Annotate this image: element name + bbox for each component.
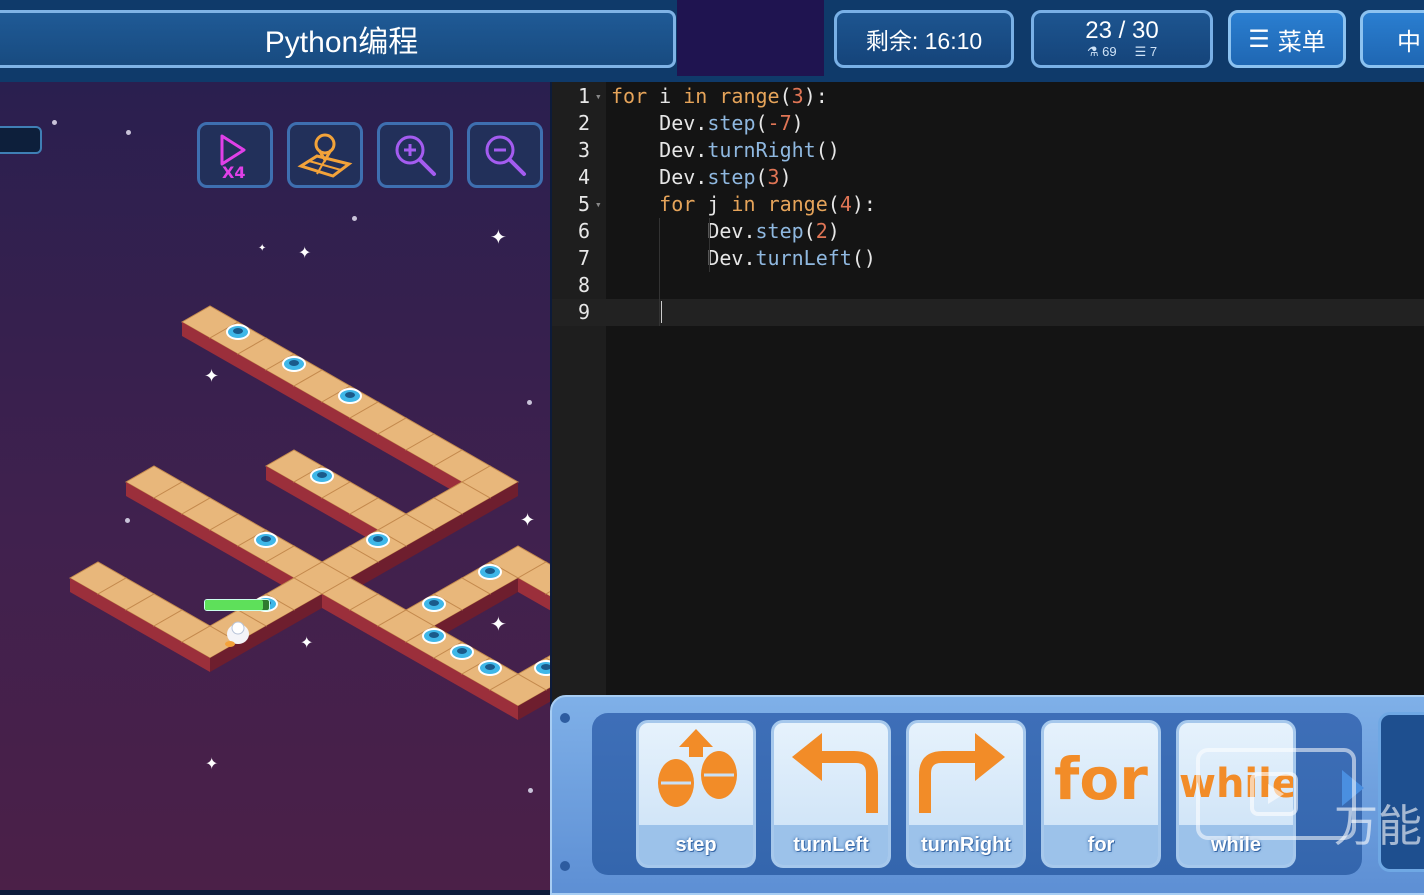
language-label: 中 [1397,28,1421,56]
code-line[interactable]: 2 Dev.step(-7) [552,110,1424,137]
block-turnRight[interactable]: turnRight [906,720,1026,868]
enemy-bot [478,564,502,580]
player-health-bar [204,599,270,611]
player-health-fill [205,600,263,610]
redacted-area [677,0,824,76]
line-number: 6 [577,219,590,243]
flask-icon: ⚗ [1086,44,1099,59]
screw [560,713,570,723]
turn-left-icon [792,733,878,813]
score-text: 23 / 30 [1085,17,1159,44]
code-text[interactable]: Dev.step(-7) [611,110,804,137]
code-text[interactable]: Dev.step(2) [611,218,839,245]
block-turnLeft[interactable]: turnLeft [771,720,891,868]
enemy-bot [422,628,446,644]
enemy-bot [310,468,334,484]
enemy-bot [422,596,446,612]
language-button[interactable]: 中 [1360,10,1424,68]
block-step[interactable]: step [636,720,756,868]
code-line[interactable]: 9 [552,299,1424,326]
enemy-bot [366,532,390,548]
enemy-bot [282,356,306,372]
for-icon: for [1054,745,1148,813]
code-line[interactable]: 6 Dev.step(2) [552,218,1424,245]
block-art [909,723,1023,823]
enemy-bot [478,660,502,676]
code-text[interactable]: Dev.turnRight() [611,137,840,164]
block-for[interactable]: for for [1041,720,1161,868]
block-art [774,723,888,823]
block-label: turnLeft [774,825,888,865]
score-display: 23 / 30 ⚗ 69 ☰ 7 [1031,10,1213,68]
code-text[interactable]: for i in range(3): [611,83,828,110]
code-text[interactable]: Dev.turnLeft() [611,245,876,272]
indent-guide [709,218,710,272]
line-number: 7 [577,246,590,270]
block-label: for [1044,825,1158,865]
enemy-bot [254,532,278,548]
menu-button[interactable]: ☰ 菜单 [1228,10,1346,68]
title-bar: Python编程 [0,10,676,68]
code-editor[interactable]: 1 for i in range(3): ▾ 2 Dev.step(-7) 3 Dev.… [552,82,1424,702]
code-text[interactable]: for j in range(4): [611,191,876,218]
timer-text: 剩余: 16:10 [865,28,983,54]
indent-guide [659,218,660,326]
menu-label: 菜单 [1277,28,1326,56]
block-art [639,723,753,823]
enemy-bot [534,660,550,676]
line-number: 3 [577,138,590,162]
lines-icon: ☰ [1134,44,1147,59]
block-label: turnRight [909,825,1023,865]
stat-a: ⚗ 69 [1086,44,1117,59]
enemy-bot [338,388,362,404]
fold-toggle-icon[interactable]: ▾ [595,83,602,110]
step-icon [658,729,737,807]
block-label: step [639,825,753,865]
screw [560,861,570,871]
code-line[interactable]: 8 [552,272,1424,299]
stat-b: ☰ 7 [1134,44,1158,59]
block-art: for [1044,723,1158,823]
fold-toggle-icon[interactable]: ▾ [595,191,602,218]
text-cursor [661,301,662,323]
play-icon [1250,772,1298,816]
code-line[interactable]: 7 Dev.turnLeft() [552,245,1424,272]
enemy-bot [226,324,250,340]
list-icon: ☰ [1248,25,1270,53]
line-number: 5 [577,192,590,216]
code-line[interactable]: 5 for j in range(4): ▾ [552,191,1424,218]
enemy-bot [450,644,474,660]
game-viewport[interactable]: X4 ✦ ✦ ✦ ✦ ✦ ✦ ✦ ✦ ✦ [0,82,550,890]
line-number: 2 [577,111,590,135]
video-watermark-logo [1196,748,1356,840]
code-line[interactable]: 3 Dev.turnRight() [552,137,1424,164]
score-stats: ⚗ 69 ☰ 7 [1087,44,1157,60]
code-text[interactable]: Dev.step(3) [611,164,791,191]
code-line[interactable]: 1 for i in range(3): ▾ [552,83,1424,110]
watermark-text: 万能 [1334,801,1422,852]
line-number: 9 [577,300,590,324]
turn-right-icon [919,733,1005,813]
top-bar: Python编程 剩余: 16:10 23 / 30 ⚗ 69 ☰ 7 ☰ 菜单… [0,0,1424,82]
line-number: 4 [577,165,590,189]
timer-display: 剩余: 16:10 [834,10,1014,68]
level-map [69,305,550,721]
code-line[interactable]: 4 Dev.step(3) [552,164,1424,191]
page-title: Python编程 [264,26,419,59]
line-number: 8 [577,273,590,297]
line-number: 1 [577,84,590,108]
